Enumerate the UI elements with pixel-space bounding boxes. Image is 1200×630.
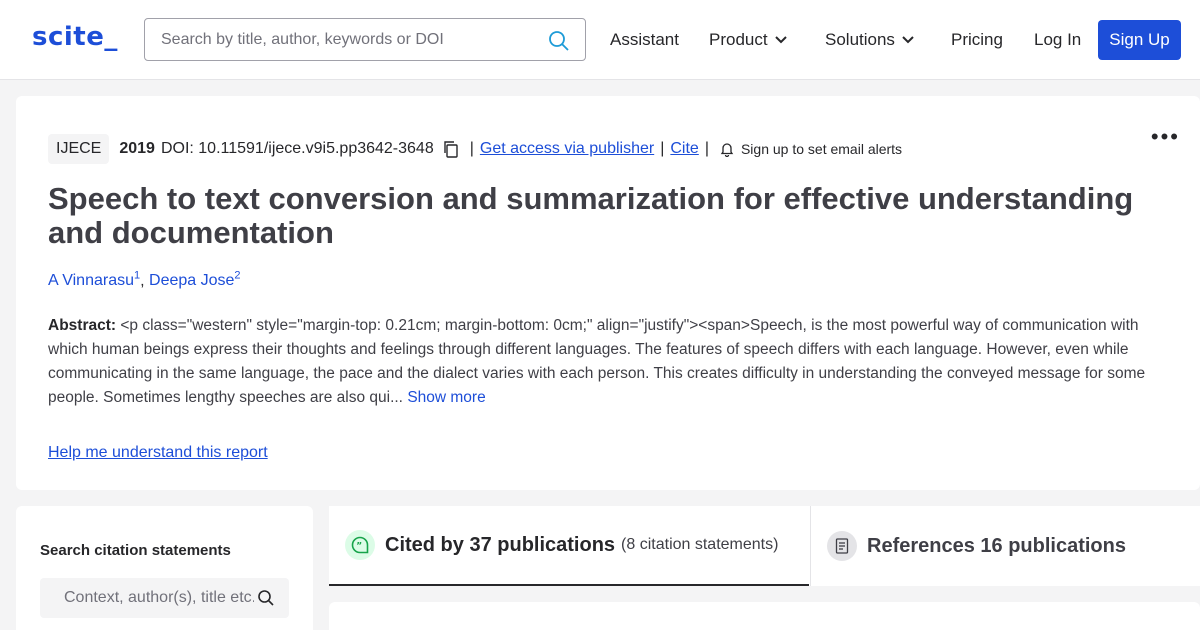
nav-pricing[interactable]: Pricing bbox=[951, 30, 1003, 50]
top-navigation-bar: scite_ Assistant Product Solutions Prici… bbox=[0, 0, 1200, 80]
nav-product-label: Product bbox=[709, 30, 768, 49]
nav-assistant[interactable]: Assistant bbox=[610, 30, 679, 50]
nav-solutions-label: Solutions bbox=[825, 30, 895, 49]
paper-card: IJECE 2019 DOI: 10.11591/ijece.v9i5.pp36… bbox=[16, 96, 1200, 490]
tab-cited-by[interactable]: ” Cited by 37 publications (8 citation s… bbox=[329, 506, 809, 586]
separator: | bbox=[469, 140, 474, 157]
citation-search-input[interactable] bbox=[64, 588, 254, 608]
citation-tabs: ” Cited by 37 publications (8 citation s… bbox=[329, 506, 1200, 586]
chevron-down-icon bbox=[902, 36, 914, 44]
nav-assistant-label: Assistant bbox=[610, 30, 679, 49]
separator: | bbox=[704, 140, 709, 157]
show-more-link[interactable]: Show more bbox=[407, 389, 485, 406]
bell-icon[interactable] bbox=[719, 141, 735, 157]
separator: | bbox=[660, 140, 665, 157]
nav-solutions-dropdown[interactable]: Solutions bbox=[825, 30, 915, 50]
quote-bubble-icon: ” bbox=[345, 530, 375, 560]
search-icon[interactable] bbox=[547, 29, 571, 53]
abstract: Abstract: <p class="western" style="marg… bbox=[48, 314, 1168, 410]
paper-meta-row: IJECE 2019 DOI: 10.11591/ijece.v9i5.pp36… bbox=[48, 134, 902, 164]
search-icon[interactable] bbox=[257, 589, 275, 607]
citation-search-title: Search citation statements bbox=[40, 542, 231, 559]
login-link[interactable]: Log In bbox=[1034, 30, 1081, 50]
doi-text: DOI: 10.11591/ijece.v9i5.pp3642-3648 bbox=[160, 140, 434, 157]
email-alerts-link[interactable]: Sign up to set email alerts bbox=[741, 141, 902, 157]
cite-link[interactable]: Cite bbox=[670, 140, 698, 158]
scite-logo[interactable]: scite_ bbox=[32, 22, 118, 52]
paper-title: Speech to text conversion and summarizat… bbox=[48, 181, 1134, 250]
author-link[interactable]: Deepa Jose2 bbox=[149, 270, 241, 289]
document-icon bbox=[827, 531, 857, 561]
publication-year: 2019 bbox=[119, 140, 155, 157]
citation-search-panel: Search citation statements bbox=[16, 506, 313, 630]
author-list: A Vinnarasu1, Deepa Jose2 bbox=[48, 270, 241, 290]
author-link[interactable]: A Vinnarasu1 bbox=[48, 270, 140, 289]
get-access-link[interactable]: Get access via publisher bbox=[480, 140, 654, 158]
abstract-text: <p class="western" style="margin-top: 0.… bbox=[48, 317, 1146, 406]
nav-product-dropdown[interactable]: Product bbox=[709, 30, 788, 50]
copy-icon[interactable] bbox=[442, 140, 460, 158]
main-search-box[interactable] bbox=[144, 18, 586, 61]
nav-pricing-label: Pricing bbox=[951, 30, 1003, 49]
citation-results-panel bbox=[329, 602, 1200, 630]
citation-statements-count: (8 citation statements) bbox=[621, 536, 779, 553]
cited-by-label: Cited by 37 publications bbox=[385, 533, 616, 556]
abstract-label: Abstract: bbox=[48, 317, 117, 334]
journal-badge[interactable]: IJECE bbox=[48, 134, 110, 164]
help-understand-link[interactable]: Help me understand this report bbox=[48, 444, 268, 462]
main-search-input[interactable] bbox=[161, 29, 541, 51]
tab-references[interactable]: References 16 publications bbox=[810, 506, 1200, 586]
chevron-down-icon bbox=[774, 36, 787, 44]
citation-search-box[interactable] bbox=[40, 578, 289, 618]
signup-button[interactable]: Sign Up bbox=[1098, 20, 1181, 60]
references-label: References 16 publications bbox=[867, 534, 1126, 557]
svg-text:”: ” bbox=[356, 542, 362, 552]
login-label: Log In bbox=[1034, 30, 1082, 49]
more-options-icon[interactable]: ••• bbox=[1151, 124, 1180, 150]
